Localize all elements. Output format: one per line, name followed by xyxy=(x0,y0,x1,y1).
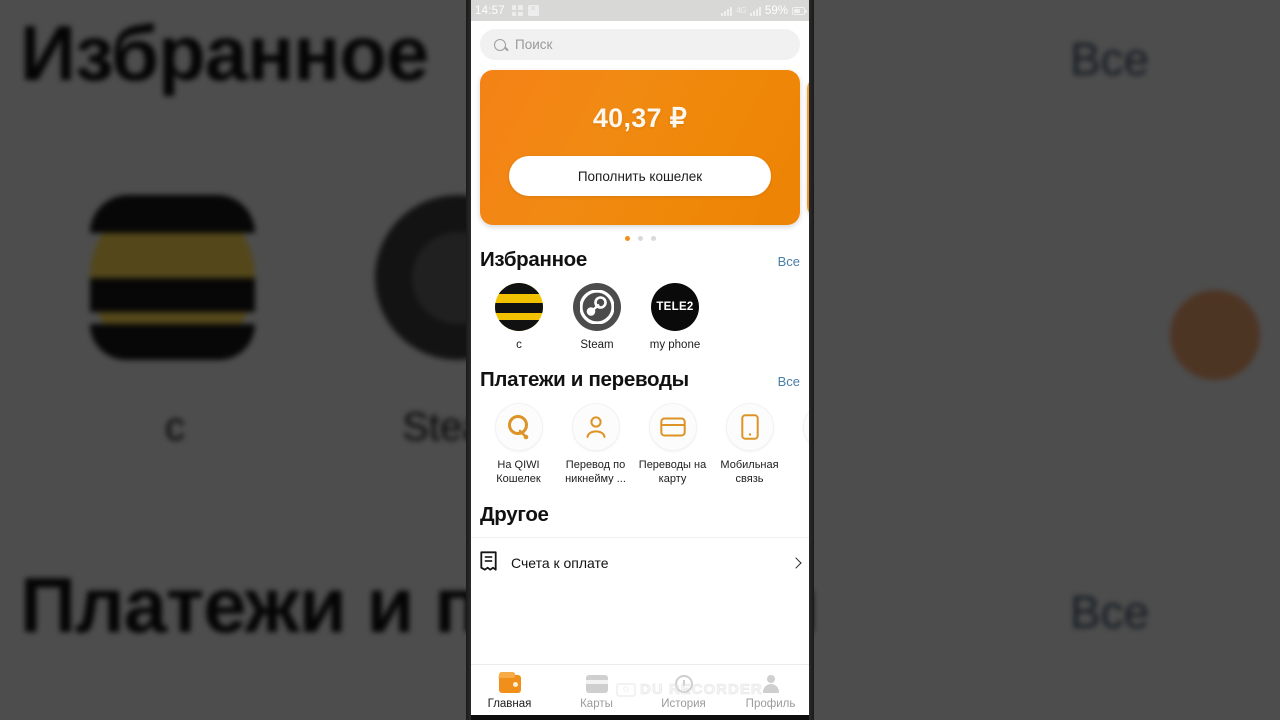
clock-icon xyxy=(674,675,693,693)
payment-label-1: Перевод по никнейму ... xyxy=(565,459,626,485)
tele2-logo-text: TELE2 xyxy=(656,301,694,313)
background-beeline-stripe-mid xyxy=(90,278,255,312)
payment-item-card-transfer[interactable]: Переводы на карту xyxy=(634,403,711,487)
other-label-0: Счета к оплате xyxy=(511,555,609,572)
signal-bars-icon-2 xyxy=(749,6,761,16)
card-icon xyxy=(585,675,608,693)
other-header: Другое xyxy=(466,503,814,527)
mobile-phone-icon xyxy=(725,403,774,452)
favorites-row: c Steam TELE2 my phone xyxy=(466,283,814,352)
grid-icon xyxy=(511,5,523,16)
nav-item-cards[interactable]: Карты xyxy=(553,675,640,710)
background-all-link-1: Все xyxy=(1070,33,1150,85)
payments-row: На QIWI Кошелек Перевод по никнейму ... … xyxy=(466,403,814,487)
receipt-icon xyxy=(480,551,497,576)
steam-logo-icon xyxy=(573,283,621,331)
nav-item-home[interactable]: Главная xyxy=(466,675,553,710)
profile-icon xyxy=(762,675,780,693)
favorite-item-beeline[interactable]: c xyxy=(480,283,558,352)
background-beeline-stripe-bottom xyxy=(90,324,255,360)
tele2-logo-icon: TELE2 xyxy=(651,283,699,331)
topup-button[interactable]: Пополнить кошелек xyxy=(509,156,771,196)
carousel-dot-1[interactable] xyxy=(624,236,630,241)
favorite-label-1: Steam xyxy=(580,339,614,351)
person-icon xyxy=(571,403,620,452)
favorites-all-link[interactable]: Все xyxy=(778,254,800,269)
battery-percent: 59% xyxy=(764,4,788,17)
status-bar: 14:57 4G 59% xyxy=(466,0,814,21)
balance-card[interactable]: 40,37 ₽ Пополнить кошелек xyxy=(480,70,800,225)
beeline-logo-icon xyxy=(495,283,543,331)
carousel-dots[interactable] xyxy=(466,236,814,241)
phone-screen: 14:57 4G 59% Поиск 40,37 ₽ Пополнить кош… xyxy=(466,0,814,720)
favorite-label-0: c xyxy=(516,339,522,351)
search-placeholder: Поиск xyxy=(515,37,553,52)
status-time: 14:57 xyxy=(475,4,505,17)
balance-carousel[interactable]: 40,37 ₽ Пополнить кошелек xyxy=(466,70,814,241)
favorite-label-2: my phone xyxy=(649,339,701,351)
payment-item-nickname[interactable]: Перевод по никнейму ... xyxy=(557,403,634,487)
network-icon: 4G xyxy=(736,5,746,15)
background-orange-blob xyxy=(1170,290,1260,380)
nav-item-history[interactable]: История xyxy=(640,675,727,710)
nav-label-2: История xyxy=(661,698,706,710)
background-beeline-stripe-top xyxy=(90,195,255,233)
payment-label-0: На QIWI Кошелек xyxy=(496,459,541,485)
nav-label-1: Карты xyxy=(580,698,613,710)
background-label-1: c xyxy=(165,405,185,449)
qiwi-q-icon xyxy=(494,403,543,452)
payment-label-2: Переводы на карту xyxy=(638,459,707,485)
favorites-title: Избранное xyxy=(480,248,587,271)
bottom-nav: Главная Карты История Профиль xyxy=(466,664,814,720)
favorites-header: Избранное Все xyxy=(466,248,814,272)
carousel-dot-3[interactable] xyxy=(650,236,656,241)
favorite-item-tele2[interactable]: TELE2 my phone xyxy=(636,283,714,352)
payment-label-3: Мобильная связь xyxy=(720,459,779,485)
payment-item-mobile[interactable]: Мобильная связь xyxy=(711,403,788,487)
background-title-favorites: Избранное xyxy=(20,9,429,97)
payments-title: Платежи и переводы xyxy=(480,368,689,392)
chevron-right-icon xyxy=(790,557,802,569)
carousel-dot-2[interactable] xyxy=(637,236,643,241)
status-right-icons: 4G 59% xyxy=(721,4,807,17)
credit-card-icon xyxy=(648,403,697,452)
balance-amount: 40,37 ₽ xyxy=(592,103,688,133)
wallet-icon xyxy=(498,675,521,693)
nav-item-profile[interactable]: Профиль xyxy=(727,675,814,710)
signal-bars-icon xyxy=(721,6,733,16)
search-wrapper: Поиск xyxy=(466,21,814,60)
other-row-bills[interactable]: Счета к оплате xyxy=(466,536,814,589)
favorite-item-steam[interactable]: Steam xyxy=(558,283,636,352)
phone-right-edge xyxy=(809,0,814,720)
payment-item-qiwi[interactable]: На QIWI Кошелек xyxy=(480,403,557,487)
phone-bottom-bar xyxy=(466,715,814,720)
payments-header: Платежи и переводы Все xyxy=(466,368,814,392)
background-all-link-2: Все xyxy=(1070,586,1150,638)
status-left-icons xyxy=(511,4,539,16)
search-icon xyxy=(494,38,506,51)
image-icon xyxy=(527,4,539,16)
other-title: Другое xyxy=(480,502,549,526)
phone-left-edge xyxy=(466,0,471,720)
search-input[interactable]: Поиск xyxy=(480,29,800,60)
payments-all-link[interactable]: Все xyxy=(778,374,800,389)
nav-label-3: Профиль xyxy=(745,698,796,710)
nav-label-0: Главная xyxy=(487,698,532,710)
battery-icon xyxy=(792,6,807,15)
